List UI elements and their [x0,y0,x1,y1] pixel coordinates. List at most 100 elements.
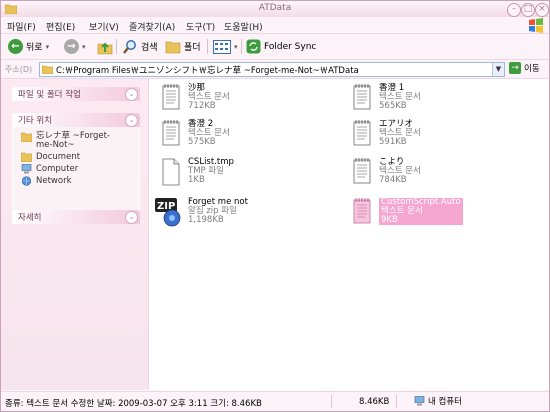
place-label: Document [36,152,81,162]
file-size: 712KB [188,101,216,111]
menu-edit[interactable]: 편집(E) [46,20,75,33]
computer-icon [21,164,32,174]
file-size: 9KB [381,215,398,225]
file-info: 香澄 2 텍스트 문서 575KB [188,120,230,147]
place-label: Computer [36,164,79,174]
file-item-2[interactable]: 香澄 1 텍스트 문서 565KB [349,83,529,115]
folders-button[interactable]: 폴더 [165,38,201,55]
file-info: 香澄 1 텍스트 문서 565KB [379,84,421,111]
go-button[interactable]: → 이동 [509,62,540,74]
collapse-chevron-icon[interactable]: ⌄ [125,114,138,127]
views-button[interactable]: ▾ [213,38,238,55]
file-item-8[interactable]: CustomScript.Auto 텍스트 문서 9KB [349,197,529,229]
up-folder-button[interactable] [97,38,113,55]
menu-file[interactable]: 파일(F) [7,20,36,33]
file-size: 565KB [379,101,407,111]
place-item-document[interactable]: Document [13,151,139,163]
task-pane: 파일 및 폴더 작업 ⌄ 기타 위치 ⌄ 忘レナ草 ~Forget-me-Not… [1,79,149,390]
tmp-file-icon [162,158,180,186]
text-doc-icon [353,198,371,224]
file-list: 沙那 텍스트 문서 712KB 香澄 1 텍스트 문서 565KB 香澄 2 텍스트 문서… [149,79,549,390]
text-doc-icon [162,120,180,146]
folder-sync-label: Folder Sync [264,41,317,52]
file-item-3[interactable]: 香澄 2 텍스트 문서 575KB [158,119,338,151]
folder-icon [165,41,181,54]
place-item-computer[interactable]: Computer [13,163,139,175]
maximize-button[interactable]: □ [521,3,535,17]
file-item-6[interactable]: こより 텍스트 문서 784KB [349,157,529,189]
menu-tools[interactable]: 도구(T) [186,20,215,33]
details-panel: 자세히 ⌄ [12,210,140,224]
file-info: CustomScript.Auto 텍스트 문서 9KB [379,198,463,225]
chevron-down-icon: ▾ [82,42,86,51]
go-label: 이동 [524,64,540,74]
details-header[interactable]: 자세히 ⌄ [12,210,140,224]
text-doc-icon [353,158,371,184]
up-folder-icon [97,42,113,54]
search-label: 검색 [141,43,158,53]
folder-icon [21,132,32,142]
status-location-label: 내 컴퓨터 [428,397,462,407]
search-button[interactable]: 검색 [122,38,158,55]
text-doc-icon [353,84,371,110]
toolbar-divider [241,39,242,54]
address-path: C:￦Program Files￦ユニゾンシフト￦忘レナ草 ~Forget-me… [56,66,359,76]
file-item-7[interactable]: ZIP Forget me not 알집 zip 파일 1,198KB [154,197,334,229]
file-folder-tasks-header[interactable]: 파일 및 폴더 작업 ⌄ [12,87,140,101]
chevron-down-icon: ▾ [234,42,238,51]
close-button[interactable]: × [535,3,549,17]
file-folder-tasks-panel: 파일 및 폴더 작업 ⌄ [12,87,140,101]
file-info: CSList.tmp TMP 파일 1KB [188,158,234,185]
back-label: 뒤로 [26,43,43,53]
forward-button[interactable]: → ▾ [64,38,86,55]
other-places-list: 忘レナ草 ~Forget-me-Not~ Document Computer N… [12,127,140,214]
file-info: Forget me not 알집 zip 파일 1,198KB [188,198,248,225]
minimize-button[interactable]: – [507,3,521,17]
file-item-1[interactable]: 沙那 텍스트 문서 712KB [158,83,338,115]
toolbar-divider [207,39,208,54]
computer-icon [414,396,425,406]
search-icon [123,39,136,54]
forward-arrow-icon: → [64,39,79,54]
collapse-chevron-icon[interactable]: ⌄ [125,211,138,224]
status-divider [331,395,332,408]
sync-icon [246,39,261,54]
menu-bar: 파일(F) 편집(E) 보기(V) 즐겨찾기(A) 도구(T) 도움말(H) [1,17,549,34]
menu-favorites[interactable]: 즐겨찾기(A) [129,20,175,33]
panel-title: 파일 및 폴더 작업 [18,90,81,100]
folder-sync-button[interactable]: Folder Sync [246,38,316,55]
file-info: こより 텍스트 문서 784KB [379,158,421,185]
file-item-5[interactable]: CSList.tmp TMP 파일 1KB [158,157,338,189]
menu-view[interactable]: 보기(V) [89,20,119,33]
place-item-forget-me-not[interactable]: 忘レナ草 ~Forget-me-Not~ [13,131,139,151]
file-item-4[interactable]: エアリオ 텍스트 문서 591KB [349,119,529,151]
windows-logo-icon [529,18,543,33]
file-info: エアリオ 텍스트 문서 591KB [379,120,421,147]
folder-icon [42,65,53,74]
back-button[interactable]: ← 뒤로 ▾ [8,38,49,55]
view-grid-icon [213,39,231,54]
chevron-down-icon: ▾ [45,42,50,51]
other-places-header[interactable]: 기타 위치 ⌄ [12,113,140,127]
address-dropdown-button[interactable]: ▼ [492,63,504,76]
file-info: 沙那 텍스트 문서 712KB [188,84,230,111]
go-arrow-icon: → [509,62,521,74]
status-info: 종류: 텍스트 문서 수정한 날짜: 2009-03-07 오후 3:11 크기… [5,399,262,409]
file-size: 591KB [379,137,407,147]
title-bar: ATData – □ × [1,1,549,17]
status-location: 내 컴퓨터 [414,395,462,407]
other-places-panel: 기타 위치 ⌄ 忘レナ草 ~Forget-me-Not~ Document Co… [12,113,140,214]
file-size: 1KB [188,175,205,185]
toolbar: ← 뒤로 ▾ → ▾ 검색 폴더 ▾ Folder Sync [1,34,549,60]
file-size: 1,198KB [188,215,224,225]
place-item-network[interactable]: Network [13,175,139,187]
menu-help[interactable]: 도움말(H) [224,20,263,33]
file-size: 784KB [379,175,407,185]
panel-title: 기타 위치 [18,116,52,126]
back-arrow-icon: ← [8,39,23,54]
text-doc-icon [353,120,371,146]
collapse-chevron-icon[interactable]: ⌄ [125,88,138,101]
address-input[interactable]: C:￦Program Files￦ユニゾンシフト￦忘レナ草 ~Forget-me… [39,62,505,77]
status-size: 8.46KB [359,397,390,407]
status-bar: 종류: 텍스트 문서 수정한 날짜: 2009-03-07 오후 3:11 크기… [1,391,549,411]
